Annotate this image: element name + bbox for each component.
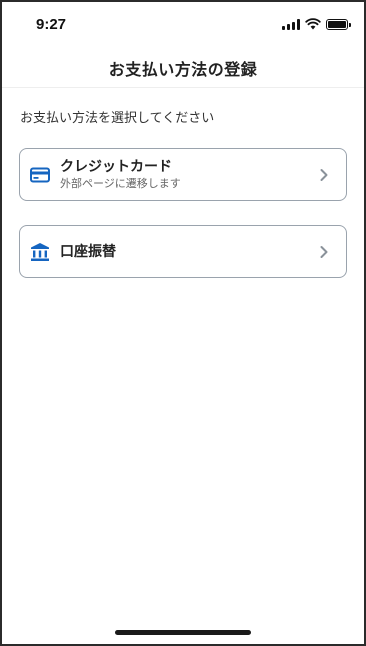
bank-transfer-option-button[interactable]: 口座振替 [19,225,347,278]
bank-icon [29,241,51,263]
wifi-icon [305,18,321,30]
credit-card-option-title: クレジットカード [60,159,172,175]
chevron-right-icon [314,165,334,185]
status-bar: 9:27 [2,2,364,48]
credit-card-icon [29,164,51,186]
instruction-text: お支払い方法を選択してください [20,111,215,126]
status-icons [282,18,351,30]
nav-header: お支払い方法の登録 [2,48,364,88]
battery-icon [326,18,351,30]
credit-card-option-text: クレジットカード 外部ページに遷移します [60,158,314,191]
phone-screen: 9:27 お支払い方法の登録 お支払い方法を選択してください クレジットカード … [2,2,364,644]
chevron-right-icon [314,242,334,262]
status-time: 9:27 [36,16,67,33]
bank-transfer-option-text: 口座振替 [60,243,314,261]
home-indicator[interactable] [115,630,251,635]
credit-card-option-button[interactable]: クレジットカード 外部ページに遷移します [19,148,347,201]
cellular-signal-icon [282,18,300,30]
credit-card-option-subtitle: 外部ページに遷移します [60,177,181,190]
bank-transfer-option-title: 口座振替 [60,243,116,260]
page-title: お支払い方法の登録 [108,59,258,79]
